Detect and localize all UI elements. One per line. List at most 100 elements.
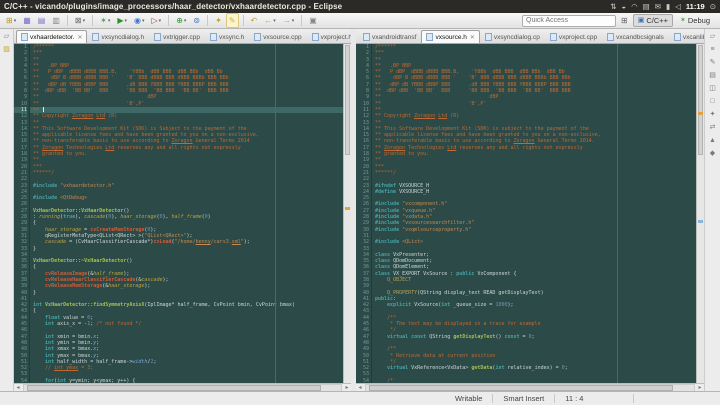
annotation-marker[interactable]: [698, 112, 703, 115]
scrollbar-thumb[interactable]: [345, 45, 350, 155]
debug-icon: ✶: [100, 17, 107, 25]
debug-button[interactable]: ✶▾: [97, 13, 113, 28]
forward-button[interactable]: →▾: [280, 13, 298, 28]
dropdown-arrow-icon[interactable]: ▾: [159, 18, 162, 24]
file-icon: [674, 33, 681, 41]
type-hierarchy-icon[interactable]: ▲: [707, 135, 718, 145]
tab-label: vxsync.h: [219, 34, 244, 41]
search-button[interactable]: ✦: [212, 13, 225, 28]
session-menu-icon[interactable]: ⊙: [710, 3, 716, 11]
perspective-label: Debug: [688, 16, 710, 25]
tab-vxproject-cpp[interactable]: vxproject.cpp: [545, 30, 602, 43]
new-wizard-icon: ⊞: [6, 17, 13, 25]
dropdown-arrow-icon[interactable]: ▾: [108, 18, 111, 24]
profile-button[interactable]: ◉▾: [131, 13, 148, 28]
restore-view-icon[interactable]: ▱: [1, 31, 12, 41]
back-button[interactable]: ←▾: [261, 13, 279, 28]
status-separator: [633, 394, 634, 403]
tab-vxcanlibcsignals[interactable]: vxcanlibcsignals: [669, 30, 704, 43]
build-all-button[interactable]: ⊠▾: [72, 13, 88, 28]
tab-vxandroidtransf[interactable]: vxandroidtransf: [358, 30, 421, 43]
wifi-icon[interactable]: ◠: [631, 3, 638, 11]
tab-vxsyncdialog-cp[interactable]: vxsyncdialog.cp: [480, 30, 545, 43]
link-with-editor-button[interactable]: ▣: [306, 13, 320, 28]
annotation-marker[interactable]: [345, 207, 350, 210]
left-trim-bar: ▱▨: [0, 29, 14, 392]
project-explorer-icon[interactable]: ▨: [1, 44, 12, 54]
code-editor[interactable]: 1234567891011121314151617181920212223242…: [14, 44, 351, 383]
close-icon[interactable]: ✕: [77, 34, 82, 41]
search-view-icon[interactable]: ✦: [707, 109, 718, 119]
call-hierarchy-icon[interactable]: ⇄: [707, 122, 718, 132]
quick-access-input[interactable]: [522, 15, 616, 27]
tab-label: vxproject.cpp: [559, 34, 597, 41]
console-icon[interactable]: ◫: [707, 83, 718, 93]
tab-bar: vxhaardetector.✕vxsyncdialog.h vxtrigger.…: [14, 29, 351, 44]
eclipse-toolbar: ⊞▾▦▤▥⊠▾✶▾▶▾◉▾▷▾⊕▾⊚✦✎↶←▾→▾▣ ⊞ ▣C/C++✶Debu…: [0, 13, 720, 29]
perspective-debug[interactable]: ✶Debug: [675, 14, 715, 27]
input-method-icon[interactable]: ▤: [643, 3, 650, 11]
new-class-button[interactable]: ⊕▾: [173, 13, 189, 28]
save-button[interactable]: ▦: [20, 13, 34, 28]
external-tools-button[interactable]: ▷▾: [149, 13, 165, 28]
tab-vxcandbcsignals[interactable]: vxcandbcsignals: [602, 30, 669, 43]
network-icon[interactable]: ⇅: [610, 3, 616, 11]
dropdown-arrow-icon[interactable]: ▾: [14, 18, 17, 24]
include-browser-icon[interactable]: ◆: [707, 148, 718, 158]
toolbar-right-group: ⊞ ▣C/C++✶Debug: [522, 14, 717, 27]
new-wizard-button[interactable]: ⊞▾: [3, 13, 19, 28]
battery-icon[interactable]: ▮: [666, 3, 670, 11]
run-button[interactable]: ▶▾: [114, 13, 130, 28]
chat-icon[interactable]: ◒: [622, 3, 627, 11]
code-editor[interactable]: 1234567891011121314151617181920212223242…: [356, 44, 704, 383]
dropdown-arrow-icon[interactable]: ▾: [125, 18, 128, 24]
problems-icon[interactable]: ▤: [707, 70, 718, 80]
tab-vxproject-h[interactable]: vxproject.h: [307, 30, 351, 43]
file-icon: [21, 33, 28, 41]
open-perspective-button[interactable]: ⊞: [621, 16, 628, 25]
dropdown-arrow-icon[interactable]: ▾: [292, 18, 295, 24]
tab-vxsync-h[interactable]: vxsync.h: [205, 30, 249, 43]
close-icon[interactable]: ✕: [470, 34, 475, 41]
annotation-marker[interactable]: [698, 220, 703, 223]
last-edit-location-button[interactable]: ↶: [248, 13, 261, 28]
forward-icon: →: [283, 17, 291, 25]
code-text: /************* .BP BBP** P dBP dBBB dBBB…: [30, 44, 343, 383]
dropdown-arrow-icon[interactable]: ▾: [184, 18, 187, 24]
overview-ruler[interactable]: [696, 44, 704, 383]
profile-icon: ◉: [134, 17, 141, 25]
perspective-cpp-icon: ▣: [638, 17, 645, 24]
external-tools-icon: ▷: [152, 17, 158, 25]
mail-icon[interactable]: ✉: [655, 3, 661, 11]
back-icon: ←: [264, 17, 272, 25]
tab-vxsource-h[interactable]: vxsource.h ✕: [421, 30, 479, 43]
properties-icon[interactable]: □: [707, 96, 718, 106]
overview-ruler[interactable]: [343, 44, 351, 383]
tab-vxtrigger-cpp[interactable]: vxtrigger.cpp: [149, 30, 205, 43]
task-list-icon[interactable]: ✎: [707, 57, 718, 67]
editor-pane-right: vxandroidtransf vxsource.h ✕ vxsyncdialog.c…: [356, 29, 704, 392]
tab-label: vxsource.h: [435, 34, 466, 41]
toolbar-separator: [301, 15, 302, 26]
scrollbar-thumb[interactable]: [698, 45, 703, 155]
dropdown-arrow-icon[interactable]: ▾: [142, 18, 145, 24]
tab-vxhaardetector-[interactable]: vxhaardetector.✕: [16, 30, 87, 43]
save-all-button[interactable]: ▤: [35, 13, 49, 28]
tab-vxsource-cpp[interactable]: vxsource.cpp: [249, 30, 306, 43]
mark-occurrences-button[interactable]: ✎: [226, 13, 239, 28]
new-header-button[interactable]: ⊚: [190, 13, 203, 28]
clock[interactable]: 11:19: [686, 2, 705, 11]
file-icon: [485, 33, 492, 41]
print-button[interactable]: ▥: [49, 13, 63, 28]
volume-icon[interactable]: ◁: [675, 3, 681, 11]
perspective-cpp[interactable]: ▣C/C++: [633, 14, 673, 27]
dropdown-arrow-icon[interactable]: ▾: [83, 18, 86, 24]
restore-view-icon[interactable]: ▱: [707, 31, 718, 41]
outline-icon[interactable]: ≡: [707, 44, 718, 54]
link-with-editor-icon: ▣: [309, 17, 317, 25]
tab-label: vxtrigger.cpp: [163, 34, 200, 41]
status-bar: Writable Smart Insert 11 : 4: [0, 391, 720, 405]
tab-vxsyncdialog-h[interactable]: vxsyncdialog.h: [87, 30, 149, 43]
print-margin-line: [617, 44, 618, 383]
dropdown-arrow-icon[interactable]: ▾: [273, 18, 276, 24]
